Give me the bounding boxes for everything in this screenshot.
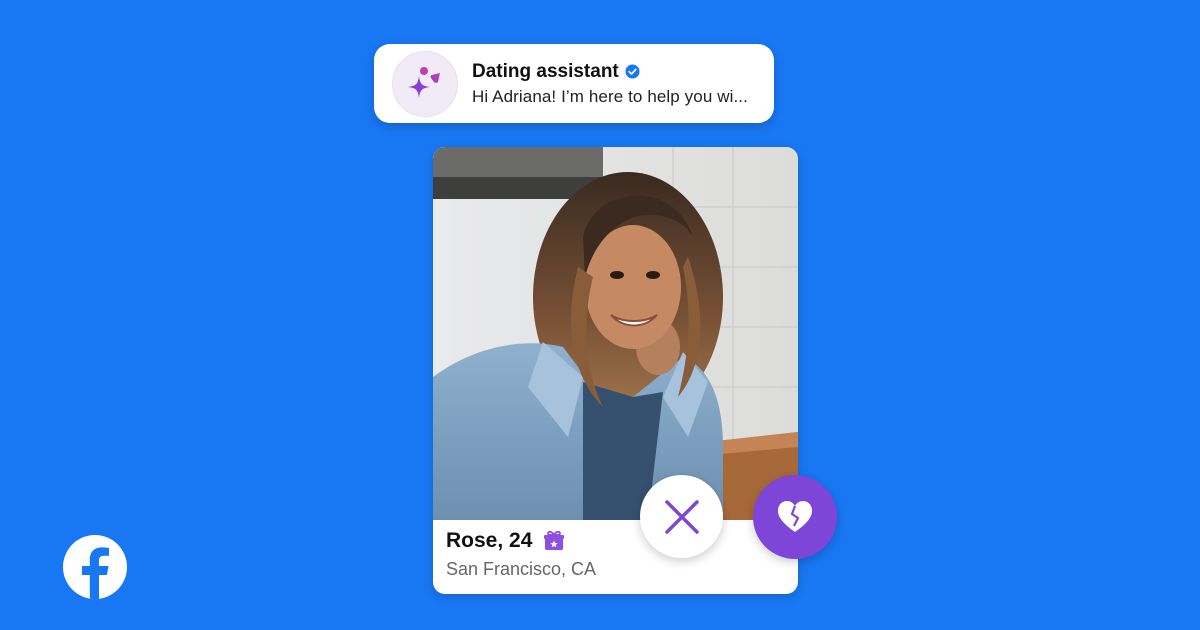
profile-location: San Francisco, CA (446, 559, 597, 579)
sparkle-icon (408, 66, 440, 98)
profile-name: Rose, 24 (446, 529, 533, 552)
gift-icon (544, 530, 565, 550)
assistant-title-row: Dating assistant (472, 61, 748, 83)
heart-icon (778, 501, 812, 532)
close-icon (664, 499, 699, 534)
profile-card[interactable]: Rose, 24 San Francisco, CA (433, 147, 798, 594)
canvas: Dating assistant Hi Adriana! I’m here to… (0, 0, 1200, 630)
dating-assistant-notification[interactable]: Dating assistant Hi Adriana! I’m here to… (374, 44, 774, 123)
like-button[interactable] (753, 475, 837, 559)
verified-badge-icon (625, 64, 640, 79)
facebook-logo-icon (63, 535, 127, 599)
profile-info: Rose, 24 San Francisco, CA (446, 529, 596, 580)
profile-name-row: Rose, 24 (446, 529, 596, 553)
assistant-title: Dating assistant (472, 60, 619, 82)
assistant-message: Hi Adriana! I’m here to help you wi... (472, 86, 748, 106)
assistant-text: Dating assistant Hi Adriana! I’m here to… (472, 61, 748, 107)
pass-button[interactable] (640, 475, 723, 558)
assistant-avatar (392, 50, 458, 117)
profile-photo (433, 147, 798, 520)
